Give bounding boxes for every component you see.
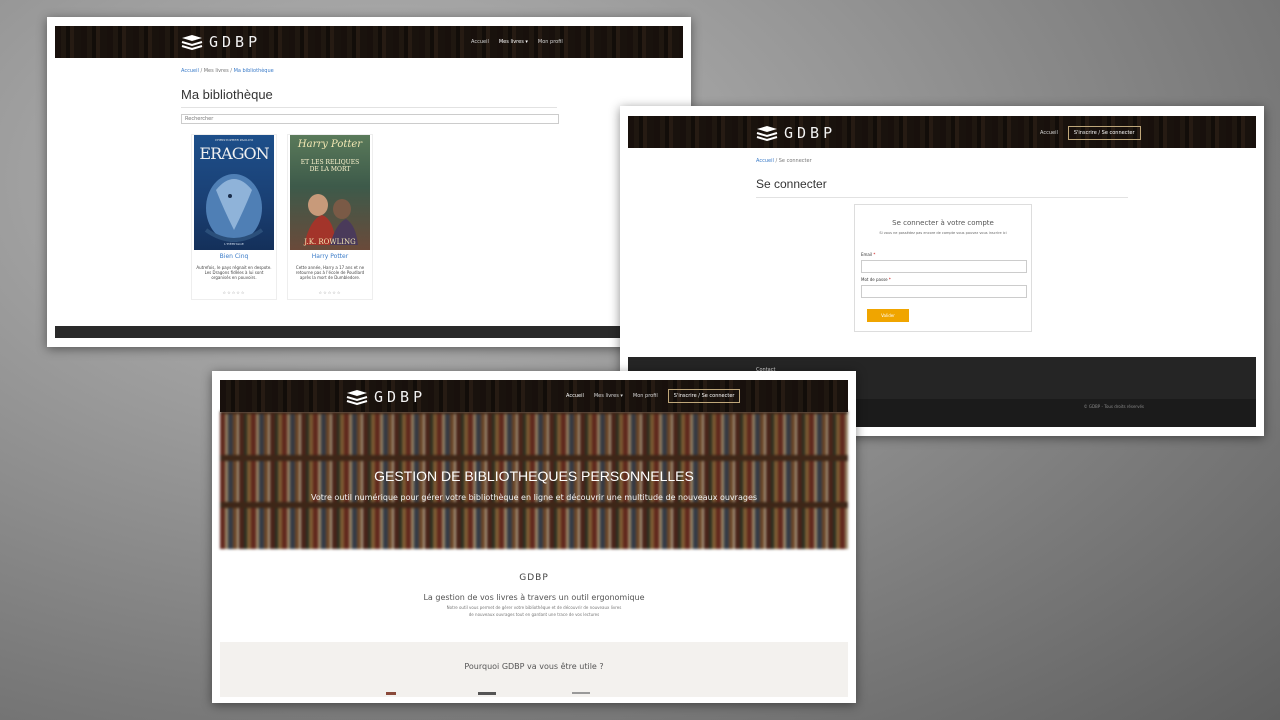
feature-icon bbox=[478, 692, 496, 695]
signup-login-button[interactable]: S'inscrire / Se connecter bbox=[1067, 126, 1141, 140]
book-card[interactable]: CHRISTOPHER PAOLINI ERAGON L'HÉRITAGE Bi… bbox=[191, 134, 277, 300]
logo-text: GDBP bbox=[374, 388, 427, 406]
logo-text: GDBP bbox=[209, 33, 262, 51]
dragon-illustration bbox=[204, 174, 264, 242]
submit-button[interactable]: Valider bbox=[867, 309, 909, 322]
password-field[interactable] bbox=[861, 285, 1027, 298]
divider bbox=[181, 107, 557, 108]
breadcrumb-current: Se connecter bbox=[778, 158, 812, 164]
section-title: GDBP bbox=[519, 573, 549, 583]
cover-series: L'HÉRITAGE bbox=[224, 242, 244, 246]
page-title: Ma bibliothèque bbox=[181, 87, 273, 102]
tagline-detail-1: Notre outil vous permet de gérer votre b… bbox=[446, 605, 622, 610]
feature-icon bbox=[386, 692, 396, 695]
nav-links: Accueil S'inscrire / Se connecter bbox=[1040, 126, 1141, 140]
book-cover-eragon: CHRISTOPHER PAOLINI ERAGON L'HÉRITAGE bbox=[194, 135, 274, 250]
cover-author: CHRISTOPHER PAOLINI bbox=[214, 138, 254, 142]
characters-illustration bbox=[304, 194, 358, 245]
nav-profile[interactable]: Mon profil bbox=[538, 39, 563, 45]
screenshot-library: GDBP Accueil Mes livres ▾ Mon profil Acc… bbox=[47, 17, 691, 347]
screenshot-home: GDBP Accueil Mes livres ▾ Mon profil S'i… bbox=[212, 371, 856, 703]
rating-stars[interactable]: ☆☆☆☆☆ bbox=[192, 290, 276, 295]
nav-links: Accueil Mes livres ▾ Mon profil S'inscri… bbox=[566, 389, 741, 403]
book-description: Cette année, Harry a 17 ans et ne retour… bbox=[295, 265, 365, 280]
book-description: Autrefois, le pays régnait en despote. L… bbox=[196, 265, 272, 280]
footer-copyright: © GDBP - Tous droits réservés bbox=[1083, 404, 1144, 409]
breadcrumb: Accueil / Se connecter bbox=[756, 158, 812, 164]
books-stack-icon bbox=[181, 35, 203, 50]
rating-stars[interactable]: ☆☆☆☆☆ bbox=[288, 290, 372, 295]
logo-text: GDBP bbox=[784, 124, 837, 142]
tagline-detail-2: de nouveaux ouvrages tout en gardant une… bbox=[468, 612, 600, 617]
nav-my-books[interactable]: Mes livres ▾ bbox=[594, 393, 623, 399]
divider bbox=[756, 197, 1128, 198]
navbar bbox=[220, 380, 848, 412]
logo[interactable]: GDBP bbox=[181, 33, 261, 51]
email-label: Email * bbox=[861, 252, 876, 257]
why-title: Pourquoi GDBP va vous être utile ? bbox=[464, 662, 604, 671]
nav-home[interactable]: Accueil bbox=[1040, 130, 1058, 136]
signup-login-button[interactable]: S'inscrire / Se connecter bbox=[667, 389, 741, 403]
logo[interactable]: GDBP bbox=[756, 124, 836, 142]
footer-bar bbox=[55, 326, 683, 338]
book-title[interactable]: Bien Cinq bbox=[192, 253, 276, 260]
email-field[interactable] bbox=[861, 260, 1027, 273]
books-stack-icon bbox=[346, 390, 368, 405]
hero-title: GESTION DE BIBLIOTHEQUES PERSONNELLES bbox=[374, 468, 694, 484]
nav-my-books[interactable]: Mes livres ▾ bbox=[499, 39, 528, 45]
login-card-title: Se connecter à votre compte bbox=[892, 219, 994, 227]
breadcrumb-home[interactable]: Accueil bbox=[181, 68, 199, 74]
hero-subtitle: Votre outil numérique pour gérer votre b… bbox=[310, 493, 758, 502]
breadcrumb-my-books[interactable]: Mes livres bbox=[204, 68, 229, 74]
nav-links: Accueil Mes livres ▾ Mon profil bbox=[471, 39, 563, 45]
cover-series: Harry Potter bbox=[297, 139, 363, 150]
book-title[interactable]: Harry Potter bbox=[288, 253, 372, 260]
tagline: La gestion de vos livres à travers un ou… bbox=[423, 593, 645, 602]
cover-title: ET LES RELIQUES DE LA MORT bbox=[300, 159, 360, 173]
breadcrumb-current: Ma bibliothèque bbox=[233, 68, 274, 74]
book-cover-harry-potter: Harry Potter ET LES RELIQUES DE LA MORT … bbox=[290, 135, 370, 250]
feature-icon bbox=[572, 692, 590, 694]
nav-home[interactable]: Accueil bbox=[566, 393, 584, 399]
page-title: Se connecter bbox=[756, 177, 827, 191]
search-input[interactable] bbox=[181, 114, 559, 124]
navbar bbox=[628, 116, 1256, 148]
login-card-subtitle: Si vous ne possédez pas encore de compte… bbox=[879, 231, 1007, 235]
books-stack-icon bbox=[756, 126, 778, 141]
breadcrumb-home[interactable]: Accueil bbox=[756, 158, 774, 164]
password-label: Mot de passe * bbox=[861, 277, 891, 282]
why-section: Pourquoi GDBP va vous être utile ? bbox=[220, 642, 848, 697]
navbar bbox=[55, 26, 683, 58]
nav-home[interactable]: Accueil bbox=[471, 39, 489, 45]
breadcrumb: Accueil / Mes livres / Ma bibliothèque bbox=[181, 68, 274, 74]
cover-author: J.K. ROWLING bbox=[304, 238, 356, 246]
nav-profile[interactable]: Mon profil bbox=[633, 393, 658, 399]
book-card[interactable]: Harry Potter ET LES RELIQUES DE LA MORT … bbox=[287, 134, 373, 300]
login-card: Se connecter à votre compte Si vous ne p… bbox=[854, 204, 1032, 332]
logo[interactable]: GDBP bbox=[346, 388, 426, 406]
